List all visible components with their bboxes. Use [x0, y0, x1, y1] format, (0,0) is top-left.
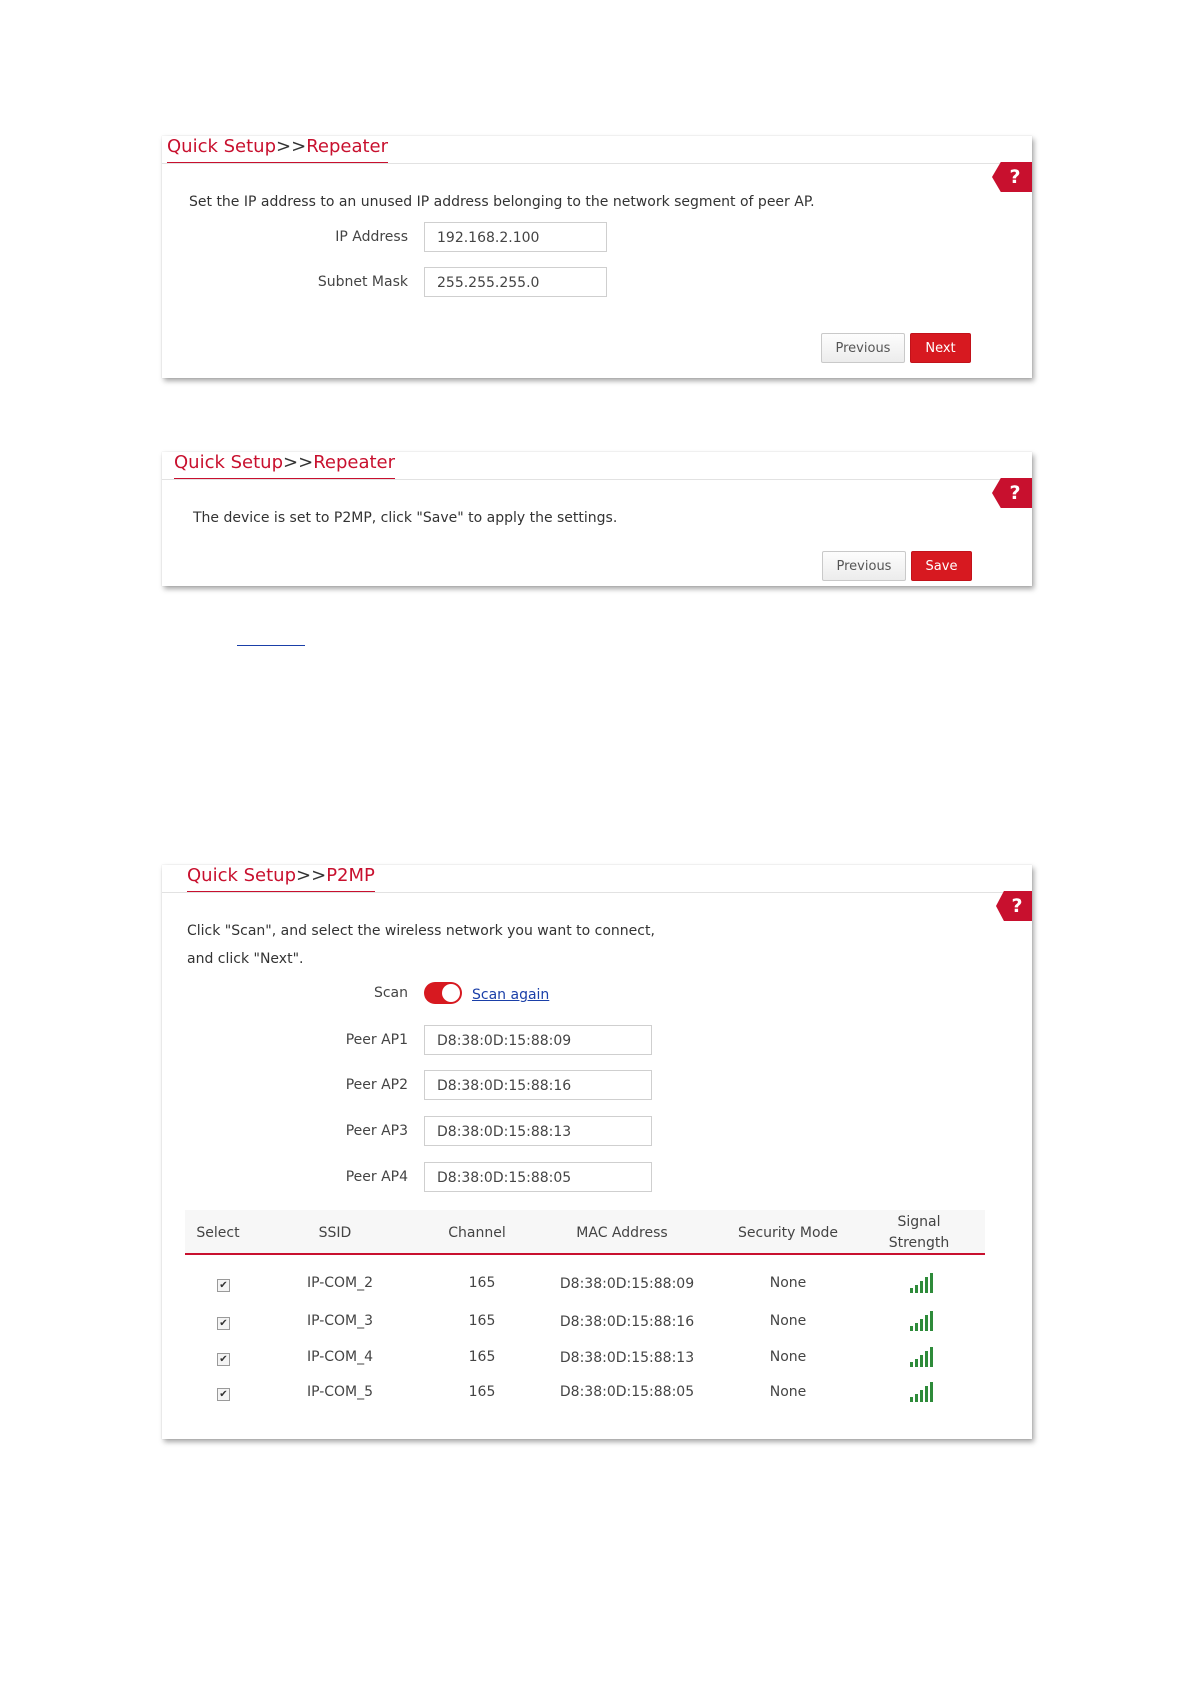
breadcrumb-repeater: Repeater: [306, 136, 389, 157]
scan-again-link[interactable]: Scan again: [472, 987, 549, 1003]
header-channel: Channel: [448, 1225, 506, 1241]
peer-ap4-input[interactable]: D8:38:0D:15:88:05: [424, 1162, 652, 1192]
header-signal-strength-line2: Strength: [888, 1235, 950, 1251]
peer-ap1-input[interactable]: D8:38:0D:15:88:09: [424, 1025, 652, 1055]
row-ssid: IP-COM_4: [306, 1349, 374, 1365]
peer-ap3-input[interactable]: D8:38:0D:15:88:13: [424, 1116, 652, 1146]
breadcrumb-p2mp: P2MP: [326, 865, 375, 886]
row-select-checkbox[interactable]: ✔: [217, 1279, 230, 1292]
scan-toggle[interactable]: [424, 982, 462, 1004]
breadcrumb: Quick Setup>>Repeater: [167, 136, 389, 164]
header-mac-address: MAC Address: [576, 1225, 668, 1241]
peer-ap2-label: Peer AP2: [345, 1077, 408, 1093]
ip-address-label: IP Address: [335, 229, 408, 245]
row-channel: 165: [468, 1349, 496, 1365]
save-description: The device is set to P2MP, click "Save" …: [193, 510, 618, 526]
breadcrumb-separator: >>: [283, 452, 314, 473]
title-divider: [162, 163, 1032, 164]
subnet-mask-label: Subnet Mask: [317, 274, 408, 290]
row-security: None: [769, 1349, 807, 1365]
header-select: Select: [196, 1225, 240, 1241]
title-divider: [162, 892, 1032, 893]
table-header-divider: [185, 1253, 985, 1255]
scan-label: Scan: [373, 985, 408, 1001]
breadcrumb: Quick Setup>>P2MP: [187, 865, 375, 893]
scan-description-line1: Click "Scan", and select the wireless ne…: [187, 923, 655, 939]
help-icon[interactable]: ?: [992, 478, 1032, 508]
row-channel: 165: [468, 1384, 496, 1400]
next-button[interactable]: Next: [910, 333, 971, 363]
repeater-ip-panel: Quick Setup>>Repeater ? Set the IP addre…: [162, 136, 1032, 378]
ip-description: Set the IP address to an unused IP addre…: [189, 194, 815, 210]
breadcrumb-repeater: Repeater: [313, 452, 396, 473]
row-select-checkbox[interactable]: ✔: [217, 1388, 230, 1401]
row-ssid: IP-COM_5: [306, 1384, 374, 1400]
row-security: None: [769, 1313, 807, 1329]
row-security: None: [769, 1384, 807, 1400]
ip-address-input[interactable]: 192.168.2.100: [424, 222, 607, 252]
signal-strength-icon: [910, 1347, 933, 1367]
breadcrumb: Quick Setup>>Repeater: [174, 452, 396, 480]
help-icon[interactable]: ?: [996, 891, 1032, 921]
signal-strength-icon: [910, 1382, 933, 1402]
repeater-save-panel: Quick Setup>>Repeater ? The device is se…: [162, 452, 1032, 586]
signal-strength-icon: [910, 1273, 933, 1293]
toggle-knob: [442, 984, 460, 1002]
row-select-checkbox[interactable]: ✔: [217, 1353, 230, 1366]
row-mac: D8:38:0D:15:88:16: [559, 1314, 695, 1330]
breadcrumb-quick-setup[interactable]: Quick Setup: [174, 452, 283, 473]
title-divider: [162, 479, 1032, 480]
breadcrumb-separator: >>: [296, 865, 327, 886]
signal-strength-icon: [910, 1311, 933, 1331]
row-channel: 165: [468, 1275, 496, 1291]
header-ssid: SSID: [318, 1225, 352, 1241]
row-channel: 165: [468, 1313, 496, 1329]
peer-ap1-label: Peer AP1: [345, 1032, 408, 1048]
breadcrumb-quick-setup[interactable]: Quick Setup: [187, 865, 296, 886]
peer-ap3-label: Peer AP3: [345, 1123, 408, 1139]
save-button[interactable]: Save: [911, 551, 972, 581]
p2mp-panel: Quick Setup>>P2MP ? Click "Scan", and se…: [162, 865, 1032, 1439]
header-signal-strength-line1: Signal: [897, 1214, 941, 1230]
row-security: None: [769, 1275, 807, 1291]
row-ssid: IP-COM_3: [306, 1313, 374, 1329]
link-underline: [237, 645, 305, 646]
row-mac: D8:38:0D:15:88:05: [559, 1384, 695, 1400]
row-ssid: IP-COM_2: [306, 1275, 374, 1291]
subnet-mask-input[interactable]: 255.255.255.0: [424, 267, 607, 297]
row-mac: D8:38:0D:15:88:13: [559, 1350, 695, 1366]
breadcrumb-separator: >>: [276, 136, 307, 157]
scan-description-line2: and click "Next".: [187, 951, 304, 967]
previous-button[interactable]: Previous: [822, 551, 906, 581]
peer-ap4-label: Peer AP4: [345, 1169, 408, 1185]
peer-ap2-input[interactable]: D8:38:0D:15:88:16: [424, 1070, 652, 1100]
help-icon[interactable]: ?: [992, 162, 1032, 192]
header-security-mode: Security Mode: [737, 1225, 839, 1241]
row-select-checkbox[interactable]: ✔: [217, 1317, 230, 1330]
breadcrumb-quick-setup[interactable]: Quick Setup: [167, 136, 276, 157]
row-mac: D8:38:0D:15:88:09: [559, 1276, 695, 1292]
previous-button[interactable]: Previous: [821, 333, 905, 363]
